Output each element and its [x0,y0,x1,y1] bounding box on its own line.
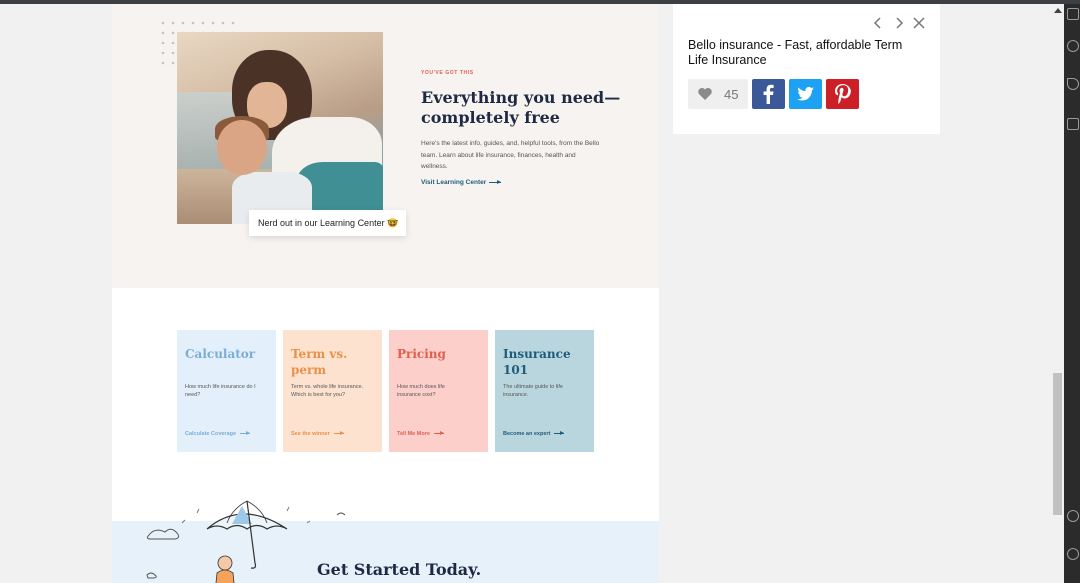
arrow-right-icon [489,179,502,184]
card-link-label: Calculate Coverage [185,431,237,437]
mother-child-photo [177,32,383,224]
card-insurance-101[interactable]: Insurance 101 The ultimate guide to life… [495,330,594,452]
pin-details-panel: Bello insurance - Fast, affordable Term … [673,4,940,134]
card-description: How much life insurance do I need? [185,384,256,398]
scroll-up-arrow-icon[interactable] [1054,8,1062,13]
card-title: Term vs. perm [291,347,348,377]
card-description: Term vs. whole life insurance. Which is … [291,384,364,398]
card-link-label: Tell Me More [397,431,430,437]
panel-icon[interactable] [1067,78,1079,90]
card-calculator[interactable]: Calculator How much life insurance do I … [177,330,276,452]
card-title: Insurance 101 [503,347,571,377]
side-panel-strip [1064,4,1080,583]
umbrella-illustration [146,500,346,583]
card-link-label: Become an expert [503,431,551,437]
pinterest-icon [835,84,851,104]
card-title: Pricing [397,347,446,361]
card-link-label: See the winner [291,431,330,437]
arrow-right-icon [240,431,251,436]
card-pricing[interactable]: Pricing How much does life insurance cos… [389,330,488,452]
pin-preview-page: Nerd out in our Learning Center 🤓 YOU'VE… [112,4,659,583]
card-link[interactable]: See the winner [291,431,344,437]
chevron-left-icon[interactable] [871,16,885,30]
panel-icon[interactable] [1067,40,1079,52]
get-started-section: Get Started Today. [112,500,659,583]
card-description: How much does life insurance cost? [397,384,445,398]
card-link[interactable]: Calculate Coverage [185,431,251,437]
heart-icon [698,88,712,100]
card-link[interactable]: Become an expert [503,431,565,437]
like-button[interactable]: 45 [688,79,748,109]
facebook-icon [763,84,774,104]
visit-link-label: Visit Learning Center [421,179,487,186]
arrow-right-icon [333,431,344,436]
hero-section: Nerd out in our Learning Center 🤓 YOU'VE… [112,4,659,288]
card-description: The ultimate guide to life insurance. [503,384,563,398]
settings-icon[interactable] [1067,548,1079,560]
visit-learning-center-link[interactable]: Visit Learning Center [421,179,502,186]
panel-icon[interactable] [1067,118,1079,130]
twitter-icon [797,86,814,101]
panel-icon[interactable] [1067,510,1079,522]
card-link[interactable]: Tell Me More [397,431,444,437]
card-title: Calculator [185,347,256,361]
card-term-vs-perm[interactable]: Term vs. perm Term vs. whole life insura… [283,330,382,452]
hero-eyebrow: YOU'VE GOT THIS [421,70,474,76]
arrow-right-icon [554,431,565,436]
like-count: 45 [724,87,739,102]
twitter-share-button[interactable] [789,79,822,109]
facebook-share-button[interactable] [752,79,785,109]
resource-cards: Calculator How much life insurance do I … [177,330,597,452]
scrollbar-thumb[interactable] [1053,373,1062,515]
arrow-right-icon [433,431,444,436]
hero-headline: Everything you need—completely free [421,88,621,127]
learning-center-callout: Nerd out in our Learning Center 🤓 [249,210,406,236]
panel-icon[interactable] [1067,8,1079,20]
pin-title: Bello insurance - Fast, affordable Term … [688,38,903,67]
close-icon[interactable] [912,16,926,30]
pinterest-share-button[interactable] [826,79,859,109]
get-started-heading: Get Started Today. [317,560,482,579]
chevron-right-icon[interactable] [892,16,906,30]
hero-body-text: Here's the latest info, guides, and, hel… [421,140,600,170]
